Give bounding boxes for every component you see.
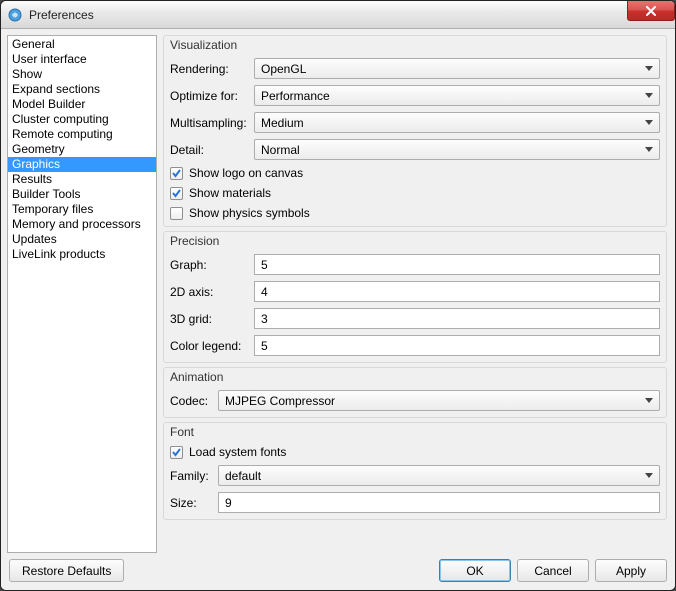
rendering-value: OpenGL [261,62,645,76]
category-list[interactable]: General User interface Show Expand secti… [7,35,157,553]
nav-item-memory-processors[interactable]: Memory and processors [8,217,156,232]
optimize-label: Optimize for: [170,89,250,103]
nav-item-graphics[interactable]: Graphics [8,157,156,172]
multisampling-combo[interactable]: Medium [254,112,660,133]
nav-item-user-interface[interactable]: User interface [8,52,156,67]
app-icon [7,7,23,23]
detail-value: Normal [261,143,645,157]
axis2d-input[interactable] [254,281,660,302]
animation-group: Animation Codec: MJPEG Compressor [163,367,667,418]
multisampling-value: Medium [261,116,645,130]
grid3d-label: 3D grid: [170,312,250,326]
chevron-down-icon [645,147,653,152]
apply-button[interactable]: Apply [595,559,667,582]
nav-item-general[interactable]: General [8,37,156,52]
graph-label: Graph: [170,258,250,272]
nav-item-cluster-computing[interactable]: Cluster computing [8,112,156,127]
nav-item-model-builder[interactable]: Model Builder [8,97,156,112]
multisampling-label: Multisampling: [170,116,250,130]
detail-combo[interactable]: Normal [254,139,660,160]
nav-item-temporary-files[interactable]: Temporary files [8,202,156,217]
rendering-combo[interactable]: OpenGL [254,58,660,79]
family-value: default [225,469,645,483]
show-physics-checkbox[interactable] [170,207,183,220]
rendering-label: Rendering: [170,62,250,76]
nav-item-remote-computing[interactable]: Remote computing [8,127,156,142]
codec-value: MJPEG Compressor [225,394,645,408]
nav-item-geometry[interactable]: Geometry [8,142,156,157]
restore-defaults-button[interactable]: Restore Defaults [9,559,124,582]
size-input[interactable] [218,492,660,513]
cancel-button[interactable]: Cancel [517,559,589,582]
settings-pane: Visualization Rendering: OpenGL Optimize… [163,35,669,553]
window-title: Preferences [29,8,94,22]
visualization-title: Visualization [164,36,666,56]
load-fonts-label: Load system fonts [189,445,286,459]
show-logo-checkbox[interactable] [170,167,183,180]
nav-item-expand-sections[interactable]: Expand sections [8,82,156,97]
nav-item-builder-tools[interactable]: Builder Tools [8,187,156,202]
graph-input[interactable] [254,254,660,275]
preferences-window: Preferences General User interface Show … [0,0,676,591]
grid3d-input[interactable] [254,308,660,329]
colorlegend-label: Color legend: [170,339,250,353]
chevron-down-icon [645,120,653,125]
codec-label: Codec: [170,394,214,408]
precision-title: Precision [164,232,666,252]
show-physics-label: Show physics symbols [189,206,310,220]
chevron-down-icon [645,398,653,403]
main-area: General User interface Show Expand secti… [7,35,669,553]
font-group: Font Load system fonts Family: default [163,422,667,520]
detail-label: Detail: [170,143,250,157]
animation-title: Animation [164,368,666,388]
chevron-down-icon [645,93,653,98]
chevron-down-icon [645,66,653,71]
size-label: Size: [170,496,214,510]
optimize-value: Performance [261,89,645,103]
family-label: Family: [170,469,214,483]
client-area: General User interface Show Expand secti… [1,29,675,590]
precision-group: Precision Graph: 2D axis: 3D grid: [163,231,667,363]
ok-button[interactable]: OK [439,559,511,582]
optimize-combo[interactable]: Performance [254,85,660,106]
nav-item-updates[interactable]: Updates [8,232,156,247]
button-bar: Restore Defaults OK Cancel Apply [7,553,669,584]
show-materials-checkbox[interactable] [170,187,183,200]
close-button[interactable] [627,1,675,21]
visualization-group: Visualization Rendering: OpenGL Optimize… [163,35,667,227]
show-materials-label: Show materials [189,186,271,200]
colorlegend-input[interactable] [254,335,660,356]
nav-item-show[interactable]: Show [8,67,156,82]
axis2d-label: 2D axis: [170,285,250,299]
nav-item-livelink-products[interactable]: LiveLink products [8,247,156,262]
codec-combo[interactable]: MJPEG Compressor [218,390,660,411]
font-title: Font [164,423,666,443]
titlebar: Preferences [1,1,675,29]
nav-item-results[interactable]: Results [8,172,156,187]
family-combo[interactable]: default [218,465,660,486]
load-fonts-checkbox[interactable] [170,446,183,459]
show-logo-label: Show logo on canvas [189,166,303,180]
chevron-down-icon [645,473,653,478]
